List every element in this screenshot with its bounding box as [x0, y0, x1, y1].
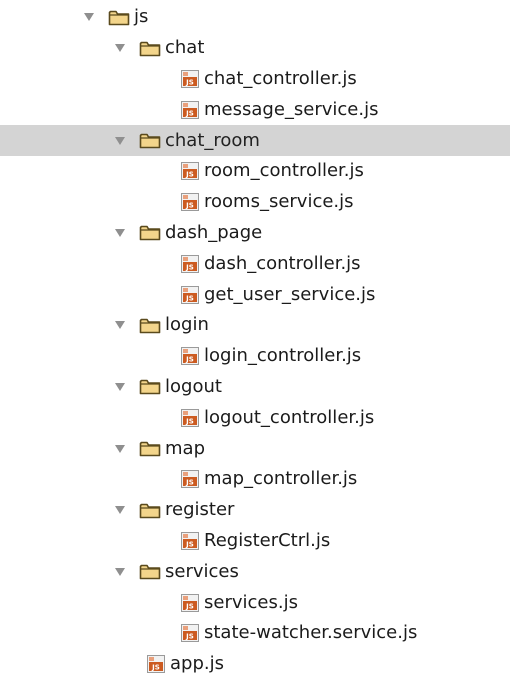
file-label: dash_controller.js	[204, 252, 361, 274]
file-label: services.js	[204, 591, 298, 613]
file-row-login-controller-js[interactable]: JS login_controller.js	[0, 341, 510, 372]
folder-icon	[139, 378, 161, 395]
folder-icon	[139, 563, 161, 580]
folder-label: map	[165, 437, 205, 459]
svg-text:JS: JS	[151, 663, 160, 671]
svg-text:JS: JS	[185, 294, 194, 302]
svg-text:JS: JS	[185, 78, 194, 86]
folder-row-js[interactable]: js	[0, 2, 510, 33]
file-label: message_service.js	[204, 98, 379, 120]
js-file-icon: JS	[180, 346, 200, 366]
expand-arrow-down-icon[interactable]	[113, 41, 127, 55]
folder-icon	[139, 317, 161, 334]
file-row-rooms-service-js[interactable]: JS rooms_service.js	[0, 187, 510, 218]
js-file-icon: JS	[180, 100, 200, 120]
folder-row-services[interactable]: services	[0, 556, 510, 587]
project-tree: js chat JS chat_controller.js JS message_serv…	[0, 2, 510, 680]
js-file-icon: JS	[180, 469, 200, 489]
expand-arrow-down-icon[interactable]	[113, 380, 127, 394]
folder-icon	[139, 502, 161, 519]
expand-arrow-down-icon[interactable]	[113, 318, 127, 332]
folder-label: logout	[165, 375, 222, 397]
js-file-icon: JS	[180, 285, 200, 305]
file-row-map-controller-js[interactable]: JS map_controller.js	[0, 464, 510, 495]
file-label: rooms_service.js	[204, 191, 354, 213]
svg-text:JS: JS	[185, 633, 194, 641]
file-row-state-watcher-service-js[interactable]: JS state-watcher.service.js	[0, 618, 510, 649]
file-label: chat_controller.js	[204, 67, 357, 89]
folder-row-register[interactable]: register	[0, 495, 510, 526]
js-file-icon: JS	[180, 161, 200, 181]
js-file-icon: JS	[180, 593, 200, 613]
folder-label: login	[165, 314, 209, 336]
folder-icon	[108, 9, 130, 26]
file-label: map_controller.js	[204, 468, 358, 490]
folder-label: services	[165, 560, 239, 582]
file-label: room_controller.js	[204, 160, 364, 182]
svg-text:JS: JS	[185, 263, 194, 271]
file-row-app-js[interactable]: JS app.js	[0, 649, 510, 680]
folder-row-dash-page[interactable]: dash_page	[0, 218, 510, 249]
file-row-logout-controller-js[interactable]: JS logout_controller.js	[0, 402, 510, 433]
file-label: app.js	[170, 653, 224, 675]
expand-arrow-down-icon[interactable]	[82, 10, 96, 24]
js-file-icon: JS	[180, 254, 200, 274]
folder-label: chat	[165, 37, 205, 59]
folder-icon	[139, 224, 161, 241]
folder-icon	[139, 40, 161, 57]
js-file-icon: JS	[180, 623, 200, 643]
folder-row-chat-room[interactable]: chat_room	[0, 125, 510, 156]
folder-label: dash_page	[165, 221, 263, 243]
file-row-dash-controller-js[interactable]: JS dash_controller.js	[0, 248, 510, 279]
file-row-message-service-js[interactable]: JS message_service.js	[0, 94, 510, 125]
file-label: state-watcher.service.js	[204, 622, 418, 644]
folder-row-chat[interactable]: chat	[0, 33, 510, 64]
file-row-registerctrl-js[interactable]: JS RegisterCtrl.js	[0, 526, 510, 557]
folder-icon	[139, 132, 161, 149]
svg-text:JS: JS	[185, 355, 194, 363]
js-file-icon: JS	[180, 69, 200, 89]
expand-arrow-down-icon[interactable]	[113, 226, 127, 240]
file-label: RegisterCtrl.js	[204, 529, 331, 551]
js-file-icon: JS	[180, 531, 200, 551]
folder-label: js	[134, 6, 149, 28]
file-label: get_user_service.js	[204, 283, 376, 305]
expand-arrow-down-icon[interactable]	[113, 503, 127, 517]
svg-text:JS: JS	[185, 201, 194, 209]
file-label: logout_controller.js	[204, 406, 375, 428]
svg-text:JS: JS	[185, 171, 194, 179]
folder-row-login[interactable]: login	[0, 310, 510, 341]
file-label: login_controller.js	[204, 345, 362, 367]
svg-text:JS: JS	[185, 479, 194, 487]
folder-label: chat_room	[165, 129, 260, 151]
file-row-get-user-service-js[interactable]: JS get_user_service.js	[0, 279, 510, 310]
file-row-room-controller-js[interactable]: JS room_controller.js	[0, 156, 510, 187]
expand-arrow-down-icon[interactable]	[113, 565, 127, 579]
svg-text:JS: JS	[185, 540, 194, 548]
js-file-icon: JS	[180, 192, 200, 212]
file-row-services-js[interactable]: JS services.js	[0, 587, 510, 618]
js-file-icon: JS	[146, 654, 166, 674]
svg-text:JS: JS	[185, 109, 194, 117]
svg-text:JS: JS	[185, 417, 194, 425]
svg-text:JS: JS	[185, 602, 194, 610]
folder-row-logout[interactable]: logout	[0, 372, 510, 403]
js-file-icon: JS	[180, 408, 200, 428]
folder-row-map[interactable]: map	[0, 433, 510, 464]
file-row-chat-controller-js[interactable]: JS chat_controller.js	[0, 64, 510, 95]
folder-icon	[139, 440, 161, 457]
expand-arrow-down-icon[interactable]	[113, 134, 127, 148]
expand-arrow-down-icon[interactable]	[113, 442, 127, 456]
folder-label: register	[165, 499, 235, 521]
